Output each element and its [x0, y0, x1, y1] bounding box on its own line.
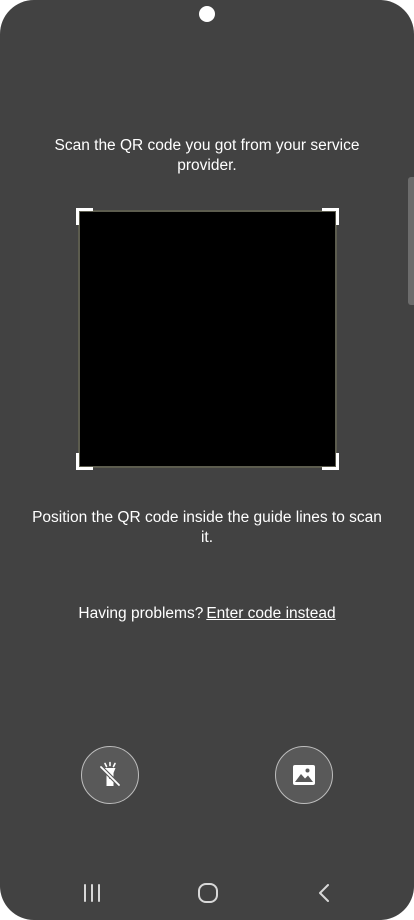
gallery-button[interactable]	[275, 746, 333, 804]
position-hint: Position the QR code inside the guide li…	[32, 509, 382, 546]
guide-corner-bottom-right	[322, 453, 339, 470]
guide-corner-top-left	[76, 208, 93, 225]
back-icon	[319, 884, 329, 902]
qr-viewfinder	[76, 208, 339, 470]
image-gallery-icon	[293, 765, 315, 785]
help-row: Having problems? Enter code instead	[0, 604, 414, 624]
enter-code-link[interactable]: Enter code instead	[206, 605, 335, 622]
guide-corner-top-right	[322, 208, 339, 225]
recents-button[interactable]	[72, 880, 112, 906]
back-button[interactable]	[304, 880, 344, 906]
flashlight-off-icon	[99, 761, 121, 787]
help-prompt: Having problems?	[78, 605, 204, 622]
guide-corner-bottom-left	[76, 453, 93, 470]
system-navigation-bar	[0, 862, 414, 920]
qr-scan-screen: Scan the QR code you got from your servi…	[0, 0, 414, 920]
scrollbar[interactable]	[408, 177, 414, 305]
home-icon	[198, 883, 218, 903]
recents-icon	[84, 884, 100, 902]
scan-instruction: Scan the QR code you got from your servi…	[54, 137, 360, 174]
home-button[interactable]	[188, 880, 228, 906]
camera-preview	[78, 210, 337, 468]
flashlight-button[interactable]	[81, 746, 139, 804]
front-camera	[199, 6, 215, 22]
